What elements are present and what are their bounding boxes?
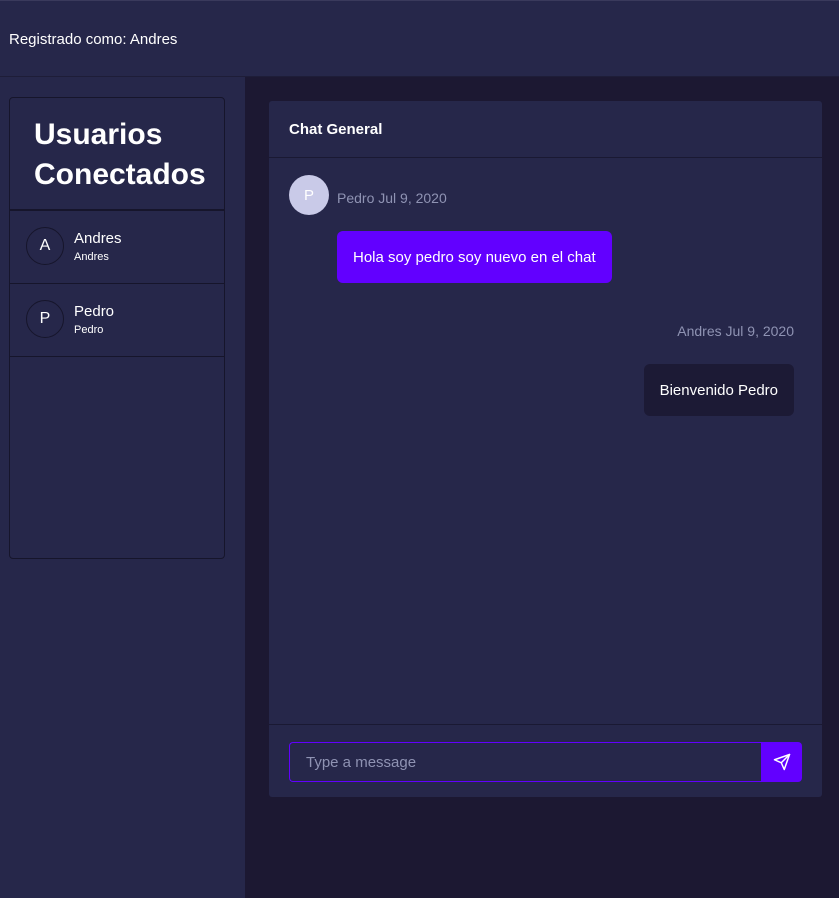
user-item-andres[interactable]: A Andres Andres bbox=[10, 211, 224, 284]
chat-title: Chat General bbox=[289, 121, 383, 138]
top-bar: Registrado como: Andres bbox=[0, 0, 839, 77]
message-bubble-incoming: Hola soy pedro soy nuevo en el chat bbox=[337, 231, 612, 283]
user-name: Andres bbox=[74, 230, 122, 247]
user-username: Andres bbox=[74, 251, 109, 263]
avatar: P bbox=[26, 300, 64, 338]
connected-users-panel: Usuarios Conectados A Andres Andres P Pe… bbox=[9, 97, 225, 559]
send-button[interactable] bbox=[761, 742, 802, 782]
user-item-pedro[interactable]: P Pedro Pedro bbox=[10, 284, 224, 357]
chat-header: Chat General bbox=[269, 101, 822, 158]
connected-users-title: Usuarios Conectados bbox=[10, 98, 224, 211]
user-username: Pedro bbox=[74, 324, 104, 336]
message-bubble-outgoing: Bienvenido Pedro bbox=[643, 364, 794, 416]
chat-panel: Chat General P Pedro Jul 9, 2020 Hola so… bbox=[269, 101, 822, 797]
message-composer bbox=[269, 724, 822, 797]
avatar: P bbox=[289, 175, 329, 215]
user-name: Pedro bbox=[74, 303, 115, 320]
avatar: A bbox=[26, 227, 64, 265]
sidebar: Usuarios Conectados A Andres Andres P Pe… bbox=[0, 77, 245, 898]
logged-in-user-label: Registrado como: Andres bbox=[9, 31, 178, 48]
message-input[interactable] bbox=[289, 742, 763, 782]
send-icon bbox=[773, 753, 791, 771]
message-meta: Pedro Jul 9, 2020 bbox=[337, 190, 447, 206]
message-meta: Andres Jul 9, 2020 bbox=[677, 323, 794, 339]
